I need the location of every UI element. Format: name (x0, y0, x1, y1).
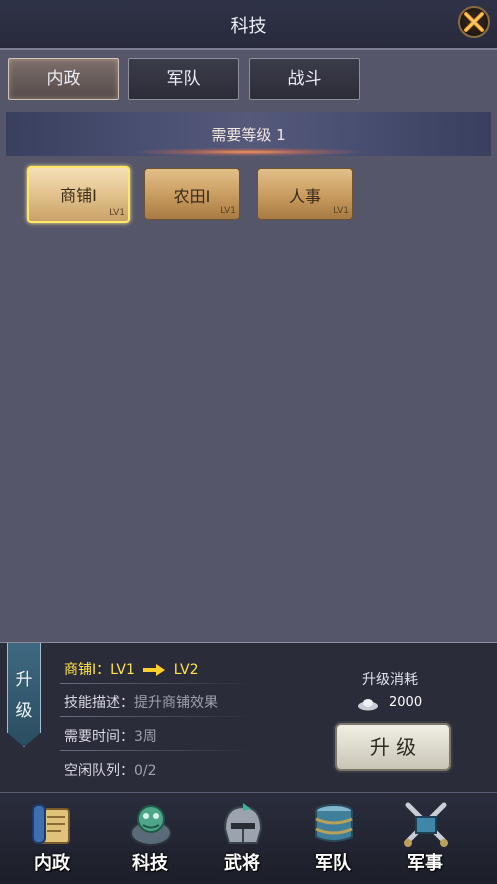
nav-label: 科技 (132, 853, 168, 874)
nav-label: 军事 (407, 853, 443, 874)
divider (60, 750, 255, 751)
time-value: 3周 (134, 729, 157, 745)
nav-generals[interactable]: 武将 (197, 797, 287, 881)
upgrade-detail-panel: 升 级 商铺I：LV1 LV2 技能描述：提升商铺效果 需要时间：3周 空闲队列… (0, 642, 497, 793)
skill-level: LV1 (333, 206, 349, 216)
nav-military[interactable]: 军事 (380, 797, 470, 881)
divider (60, 716, 255, 717)
upgrade-cost-value: 2000 (389, 695, 423, 710)
from-level: LV1 (110, 662, 135, 678)
nav-label: 内政 (34, 853, 70, 874)
upgrade-cost-title: 升级消耗 (362, 672, 418, 688)
crossed-swords-icon (404, 802, 448, 847)
skill-title-name: 商铺I： (64, 662, 111, 678)
idle-queue-row: 空闲队列：0/2 (64, 760, 157, 780)
close-x-icon (464, 12, 484, 32)
queue-label: 空闲队列： (64, 763, 134, 779)
level-requirement-banner: 需要等级 1 (6, 112, 491, 156)
silver-ingot-icon (358, 699, 378, 711)
skill-description-row: 技能描述：提升商铺效果 (64, 692, 218, 712)
nav-domestic[interactable]: 内政 (7, 797, 97, 881)
skill-card-farm[interactable]: 农田I LV1 (144, 168, 240, 220)
upgrade-title-row: 商铺I：LV1 LV2 (64, 659, 199, 679)
jade-beast-icon (130, 805, 172, 846)
skill-level: LV1 (220, 206, 236, 216)
skill-name: 农田I (173, 187, 211, 206)
nav-army[interactable]: 军队 (288, 797, 378, 881)
skill-card-shop[interactable]: 商铺I LV1 (27, 166, 130, 223)
tab-army[interactable]: 军队 (128, 58, 239, 100)
helmet-icon (223, 803, 263, 844)
banner-glow (136, 148, 361, 156)
scroll-icon (32, 804, 70, 844)
ribbon-char: 升 (15, 670, 33, 690)
to-level: LV2 (173, 662, 199, 678)
tab-battle[interactable]: 战斗 (249, 58, 360, 100)
time-label: 需要时间： (64, 729, 134, 745)
upgrade-button[interactable]: 升 级 (335, 723, 451, 771)
close-button[interactable] (458, 6, 490, 38)
banner-drum-icon (315, 804, 353, 842)
description-label: 技能描述： (64, 695, 134, 711)
description-value: 提升商铺效果 (134, 695, 218, 711)
skill-card-personnel[interactable]: 人事 LV1 (257, 168, 353, 220)
skill-name: 商铺I (60, 186, 97, 205)
nav-technology[interactable]: 科技 (105, 797, 195, 881)
skill-name: 人事 (288, 187, 321, 206)
upgrade-ribbon: 升 级 (7, 643, 41, 747)
ribbon-char: 级 (15, 701, 33, 721)
required-time-row: 需要时间：3周 (64, 726, 157, 746)
page-title: 科技 (230, 16, 267, 37)
top-bar: 科技 (0, 0, 497, 50)
nav-label: 武将 (224, 853, 260, 874)
bottom-navigation: 内政 科技 武将 军队 军事 (0, 792, 497, 884)
arrow-right-icon (143, 664, 166, 676)
tab-domestic[interactable]: 内政 (8, 58, 119, 100)
divider (60, 683, 255, 684)
skill-level: LV1 (109, 208, 125, 218)
queue-value: 0/2 (134, 763, 157, 779)
nav-label: 军队 (315, 853, 351, 874)
level-requirement-text: 需要等级 1 (211, 126, 286, 144)
